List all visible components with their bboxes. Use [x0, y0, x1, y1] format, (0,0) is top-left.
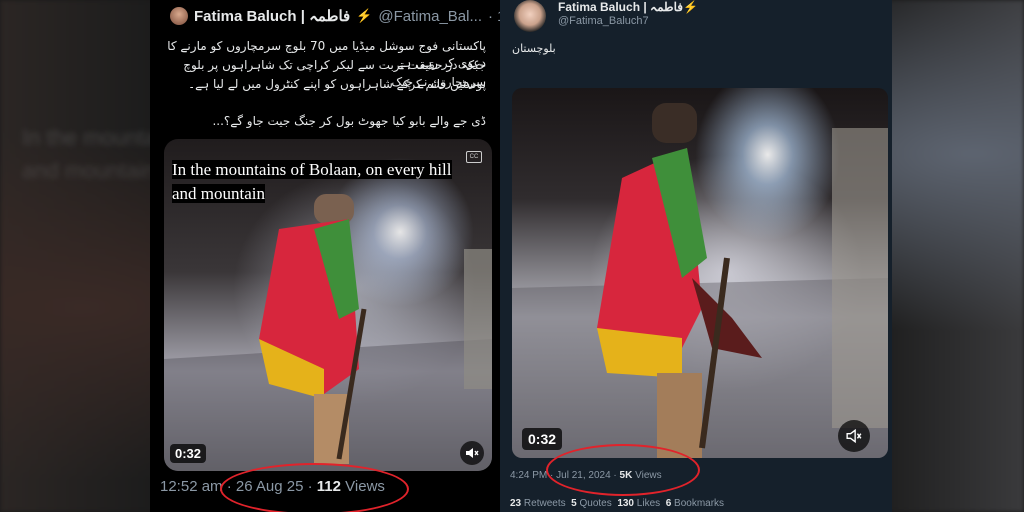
left-tweet-panel: Fatima Baluch | فاطمہ ⚡ @Fatima_Bal... ·…: [150, 0, 500, 512]
author-handle[interactable]: @Fatima_Bal...: [378, 8, 482, 25]
author-name[interactable]: Fatima Baluch | فاطمہ⚡: [558, 0, 698, 14]
tweet-text-line: پوسٹیں قائم کرکے شاہراہوں کو اپنے کنٹرول…: [188, 77, 486, 91]
quotes-label[interactable]: Quotes: [580, 498, 612, 509]
avatar[interactable]: [170, 7, 188, 25]
avatar[interactable]: [514, 0, 546, 32]
caption-line-2: and mountain: [172, 184, 266, 203]
mute-icon[interactable]: [460, 441, 484, 465]
bookmarks-count[interactable]: 6: [666, 498, 672, 509]
likes-count[interactable]: 130: [617, 498, 634, 509]
engagement-stats: 23 Retweets 5 Quotes 130 Likes 6 Bookmar…: [510, 498, 724, 509]
post-time[interactable]: 12:52 am: [160, 478, 223, 495]
right-tweet-panel: Fatima Baluch | فاطمہ⚡ @Fatima_Baluch7 ب…: [500, 0, 892, 512]
cc-icon[interactable]: CC: [466, 151, 482, 163]
video-player[interactable]: 0:32: [512, 88, 888, 458]
mute-icon[interactable]: [838, 420, 870, 452]
author-name[interactable]: Fatima Baluch | فاطمہ: [194, 7, 350, 25]
video-caption: In the mountains of Bolaan, on every hil…: [164, 156, 492, 208]
quotes-count[interactable]: 5: [571, 498, 577, 509]
video-duration: 0:32: [522, 428, 563, 450]
red-highlight-ellipse: [220, 463, 409, 512]
red-highlight-ellipse: [546, 444, 700, 496]
caption-line-1: In the mountains of Bolaan, on every hil…: [172, 160, 452, 179]
bookmarks-label[interactable]: Bookmarks: [674, 498, 724, 509]
left-tweet-header: Fatima Baluch | فاطمہ ⚡ @Fatima_Bal... ·…: [170, 7, 500, 25]
likes-label[interactable]: Likes: [637, 498, 660, 509]
video-player[interactable]: In the mountains of Bolaan, on every hil…: [164, 139, 492, 471]
tweet-text: بلوچستان: [512, 42, 556, 55]
author-handle[interactable]: @Fatima_Baluch7: [558, 15, 649, 27]
lightning-icon: ⚡: [356, 8, 373, 23]
tweet-text-line: ڈی جے والے بابو کیا جھوٹ بول کر جنگ جیت …: [212, 114, 486, 128]
blurred-background-text-2: and mountain: [22, 158, 156, 183]
retweets-label[interactable]: Retweets: [524, 498, 566, 509]
video-frame-figure: [512, 103, 888, 458]
retweets-count[interactable]: 23: [510, 498, 521, 509]
video-duration: 0:32: [170, 444, 207, 463]
post-age: · 1h: [487, 7, 500, 25]
